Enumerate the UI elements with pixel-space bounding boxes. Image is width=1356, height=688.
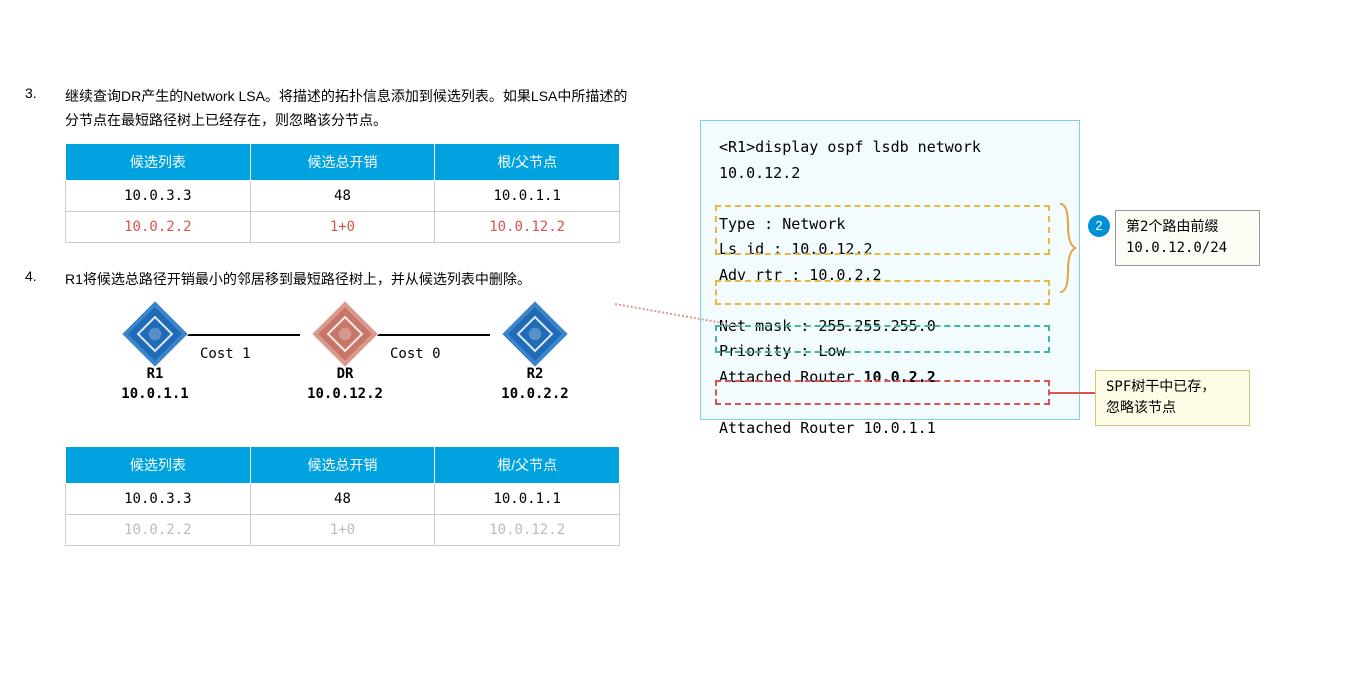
table-row-highlight: 10.0.2.2 1+0 10.0.12.2 <box>66 211 620 242</box>
topology-diagram: Cost 1 Cost 0 R110.0.1.1 DR10.0.12.2 R21… <box>100 306 600 426</box>
cli-output-box: <R1>display ospf lsdb network 10.0.12.2 … <box>700 120 1080 420</box>
cli-mask: Net mask : 255.255.255.0 <box>719 314 1061 340</box>
th-candidate: 候选列表 <box>66 143 251 180</box>
cli-ar2: Attached Router 10.0.1.1 <box>719 416 1061 442</box>
cli-ar1: Attached Router 10.0.2.2 <box>719 365 1061 391</box>
node-r1: R110.0.1.1 <box>110 311 200 404</box>
step-4-number: 4. <box>20 268 65 292</box>
table-row: 10.0.3.3 48 10.0.1.1 <box>66 180 620 211</box>
th-cost: 候选总开销 <box>250 143 435 180</box>
node-r2: R210.0.2.2 <box>490 311 580 404</box>
badge-2: 2 <box>1088 215 1110 237</box>
cli-priority: Priority : Low <box>719 339 1061 365</box>
step-3-number: 3. <box>20 85 65 133</box>
th-parent: 根/父节点 <box>435 447 620 484</box>
node-dr: DR10.0.12.2 <box>300 311 390 404</box>
cost-label-1: Cost 1 <box>200 346 251 362</box>
th-candidate: 候选列表 <box>66 447 251 484</box>
step-3: 3. 继续查询DR产生的Network LSA。将描述的拓扑信息添加到候选列表。… <box>20 85 660 133</box>
candidate-table-1: 候选列表 候选总开销 根/父节点 10.0.3.3 48 10.0.1.1 10… <box>65 143 620 243</box>
annotation-ignore: SPF树干中已存， 忽略该节点 <box>1095 370 1250 426</box>
router-icon <box>122 302 187 367</box>
table-row: 10.0.3.3 48 10.0.1.1 <box>66 484 620 515</box>
annotation-prefix: 第2个路由前缀 10.0.12.0/24 <box>1115 210 1260 266</box>
cli-command: <R1>display ospf lsdb network 10.0.12.2 <box>719 135 1061 186</box>
step-3-text: 继续查询DR产生的Network LSA。将描述的拓扑信息添加到候选列表。如果L… <box>65 85 660 133</box>
table-row-removed: 10.0.2.2 1+0 10.0.12.2 <box>66 515 620 546</box>
th-cost: 候选总开销 <box>250 447 435 484</box>
candidate-table-2: 候选列表 候选总开销 根/父节点 10.0.3.3 48 10.0.1.1 10… <box>65 446 620 546</box>
connector-red <box>1050 392 1095 394</box>
step-4-text: R1将候选总路径开销最小的邻居移到最短路径树上，并从候选列表中删除。 <box>65 268 660 292</box>
cost-label-2: Cost 0 <box>390 346 441 362</box>
router-icon <box>312 302 377 367</box>
cli-type: Type : Network <box>719 212 1061 238</box>
cli-advrtr: Adv rtr : 10.0.2.2 <box>719 263 1061 289</box>
th-parent: 根/父节点 <box>435 143 620 180</box>
cli-lsid: Ls id : 10.0.12.2 <box>719 237 1061 263</box>
brace-bracket <box>1058 202 1078 294</box>
step-4: 4. R1将候选总路径开销最小的邻居移到最短路径树上，并从候选列表中删除。 <box>20 268 660 292</box>
router-icon <box>502 302 567 367</box>
